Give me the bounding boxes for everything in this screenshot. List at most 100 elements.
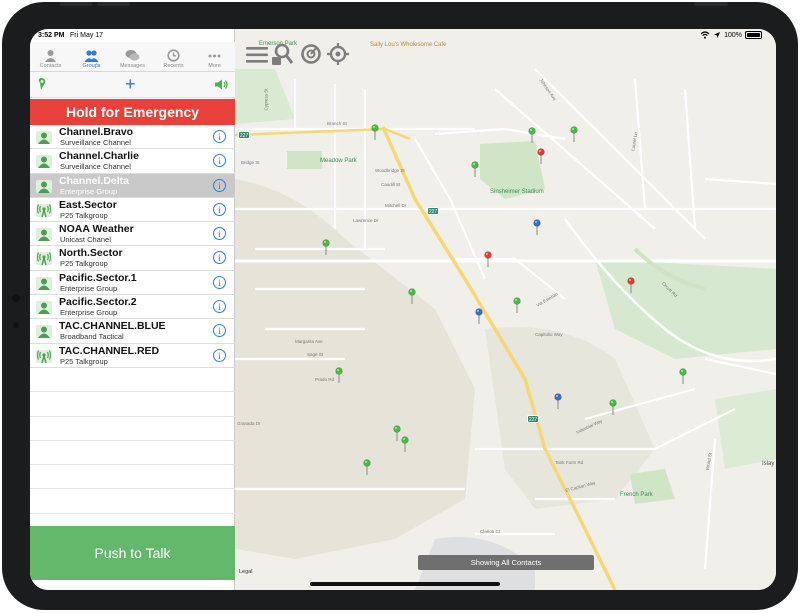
channel-row[interactable]: North.Sector P25 Talkgroup i [30,246,235,271]
push-to-talk-button[interactable]: Push to Talk [30,526,235,580]
emergency-button[interactable]: Hold for Emergency [30,99,235,125]
street-label: Mitchell Dr [385,203,407,208]
street-label: Prado Rd [315,377,335,382]
map-view[interactable]: Emerson Park Sally Lou's Wholesome Cafe … [235,29,776,590]
volume-button [98,2,130,6]
status-date: Fri May 17 [70,32,104,39]
info-icon[interactable]: i [213,130,226,143]
channel-row[interactable]: TAC.CHANNEL.RED P25 Talkgroup i [30,344,235,368]
contact-pin-icon[interactable] [408,288,416,304]
showing-contacts-toast: Showing All Contacts [418,555,594,570]
contact-pin-icon[interactable] [363,459,371,475]
channel-row[interactable]: TAC.CHANNEL.BLUE Broadband Tactical i [30,319,235,344]
contact-pin-icon[interactable] [537,148,545,164]
recents-icon [167,49,180,62]
route-shield: 227 [527,415,539,423]
street-label: Granada Dr [237,421,261,426]
channel-row[interactable]: Channel.Bravo Surveillance Channel i [30,125,235,150]
street-label: Capitolio Way [535,332,563,337]
empty-row [30,489,235,514]
info-icon[interactable]: i [213,227,226,241]
legal-link[interactable]: Legal [239,569,252,575]
status-time: 3:52 PM [38,32,65,39]
info-icon[interactable]: i [213,154,226,168]
street-label: Branch St [327,121,347,126]
group-people-icon [36,325,52,339]
channel-type: Surveillance Channel [60,138,131,147]
ipad-frame: 3:52 PM Fri May 17 100% Contacts Groups … [2,2,798,610]
groups-icon [84,50,99,62]
tab-more[interactable]: More [194,42,235,71]
channel-type: P25 Talkgroup [60,356,108,366]
channel-type: P25 Talkgroup [60,259,108,269]
contact-pin-icon[interactable] [533,219,541,235]
group-people-icon [36,276,52,290]
street-label: Bridge St [241,160,260,165]
empty-row [30,368,235,393]
info-icon[interactable]: i [213,251,226,265]
tab-contacts[interactable]: Contacts [30,42,71,71]
power-button [694,2,728,6]
channel-name: Pacific.Sector.1 [59,271,137,284]
compass-icon[interactable] [300,43,322,65]
channel-name: NOAA Weather [59,223,134,236]
channel-type: Enterprise Group [60,308,118,318]
tab-label: More [208,63,221,69]
contact-pin-icon[interactable] [393,425,401,441]
street-label: Islay [762,461,775,467]
contact-pin-icon[interactable] [371,124,379,140]
group-people-icon [36,155,52,169]
channel-row[interactable]: NOAA Weather Unicast Chanel i [30,222,235,247]
channel-row[interactable]: Channel.Charlie Surveillance Channel i [30,149,235,174]
location-pin-icon[interactable] [37,77,49,91]
channel-row[interactable]: Channel.Delta Enterprise Group i [30,173,235,198]
channel-row[interactable]: Pacific.Sector.1 Enterprise Group i [30,271,235,296]
info-icon[interactable]: i [213,202,226,216]
info-icon[interactable]: i [213,348,226,362]
contact-pin-icon[interactable] [322,239,330,255]
contact-pin-icon[interactable] [513,297,521,313]
battery-percent: 100% [724,31,742,39]
channel-type: Unicast Chanel [60,235,111,245]
contact-pin-icon[interactable] [335,367,343,383]
speaker-icon[interactable] [214,79,228,90]
contact-pin-icon[interactable] [627,277,635,293]
tab-messages[interactable]: Messages [112,42,153,71]
channel-row[interactable]: Pacific.Sector.2 Enterprise Group i [30,295,235,320]
contact-pin-icon[interactable] [475,308,483,324]
channel-name: Channel.Bravo [59,126,134,138]
street-label: Clarion Ct [480,529,501,534]
contacts-icon [45,50,56,62]
channel-name: North.Sector [59,247,123,260]
channel-type: Enterprise Group [60,283,118,293]
location-arrow-icon [714,32,721,38]
tab-recents[interactable]: Recents [153,42,194,71]
street-label: Tank Farm Rd [555,460,584,465]
contact-pin-icon[interactable] [609,399,617,415]
contact-pin-icon[interactable] [484,251,492,267]
contact-pin-icon[interactable] [528,127,536,143]
crosshair-icon[interactable] [327,43,349,65]
street-label: Woodbridge St [375,168,405,173]
volume-button [60,2,92,6]
channel-row[interactable]: East.Sector P25 Talkgroup i [30,198,235,223]
channel-name: TAC.CHANNEL.BLUE [59,320,166,333]
info-icon[interactable]: i [213,324,226,338]
info-icon[interactable]: i [213,300,226,314]
tab-groups[interactable]: Groups [71,42,112,71]
contact-pin-icon[interactable] [570,126,578,142]
info-icon[interactable]: i [213,178,226,192]
radio-tower-icon [36,349,52,363]
info-icon[interactable]: i [213,275,226,289]
channel-type: Surveillance Channel [60,162,131,172]
tab-label: Groups [82,63,101,69]
contact-pin-icon[interactable] [554,393,562,409]
contact-pin-icon[interactable] [679,368,687,384]
search-lock-icon[interactable] [271,43,293,67]
contact-pin-icon[interactable] [401,436,409,452]
empty-row [30,417,235,441]
menu-icon[interactable] [245,44,269,66]
channel-type: Enterprise Group [60,186,118,196]
add-group-button[interactable]: + [125,73,136,95]
contact-pin-icon[interactable] [471,161,479,177]
